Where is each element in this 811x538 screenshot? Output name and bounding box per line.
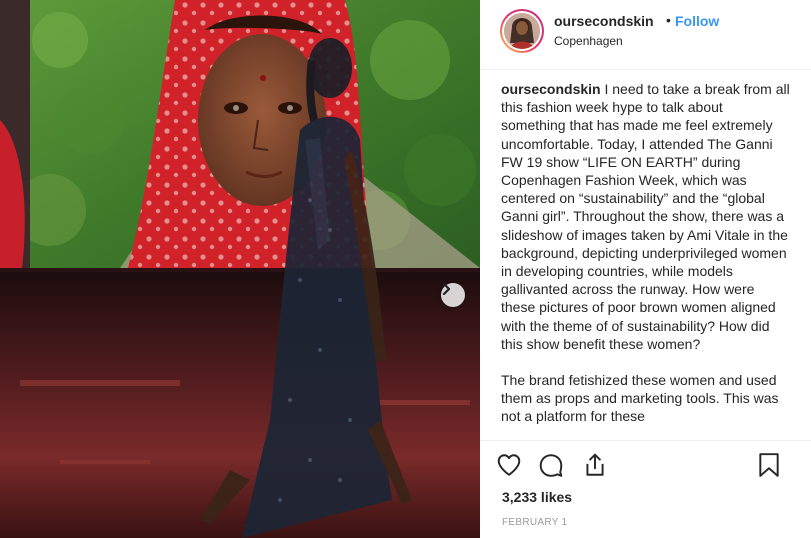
share-button[interactable]: [582, 452, 608, 483]
actions-divider: [480, 440, 811, 441]
heart-icon: [497, 454, 521, 476]
comment-button[interactable]: [538, 452, 564, 483]
post-sidebar: oursecondskin • Follow Copenhagen oursec…: [480, 0, 811, 538]
like-button[interactable]: [496, 452, 522, 483]
comment-icon: [539, 454, 563, 477]
separator-dot: •: [666, 12, 671, 28]
location-link[interactable]: Copenhagen: [554, 34, 623, 48]
avatar-image: [504, 13, 540, 49]
caption-paragraph: oursecondskin I need to take a break fro…: [501, 80, 791, 353]
save-button[interactable]: [757, 452, 781, 483]
likes-count[interactable]: 3,233 likes: [502, 489, 572, 505]
bookmark-icon: [759, 453, 779, 477]
post-header: oursecondskin • Follow Copenhagen: [480, 0, 811, 70]
post-image[interactable]: [0, 0, 480, 538]
header-username[interactable]: oursecondskin: [554, 13, 654, 29]
post-date[interactable]: FEBRUARY 1: [502, 517, 567, 528]
avatar[interactable]: [500, 9, 544, 53]
caption: oursecondskin I need to take a break fro…: [501, 80, 791, 440]
caption-username[interactable]: oursecondskin: [501, 81, 601, 97]
caption-paragraph-2: The brand fetishized these women and use…: [501, 372, 779, 425]
next-photo-button[interactable]: [441, 283, 465, 307]
post-photo-artwork: [0, 0, 480, 538]
share-icon: [586, 453, 604, 476]
chevron-right-icon: [442, 283, 451, 295]
follow-button[interactable]: Follow: [675, 13, 719, 29]
caption-text: I need to take a break from all this fas…: [501, 81, 790, 352]
